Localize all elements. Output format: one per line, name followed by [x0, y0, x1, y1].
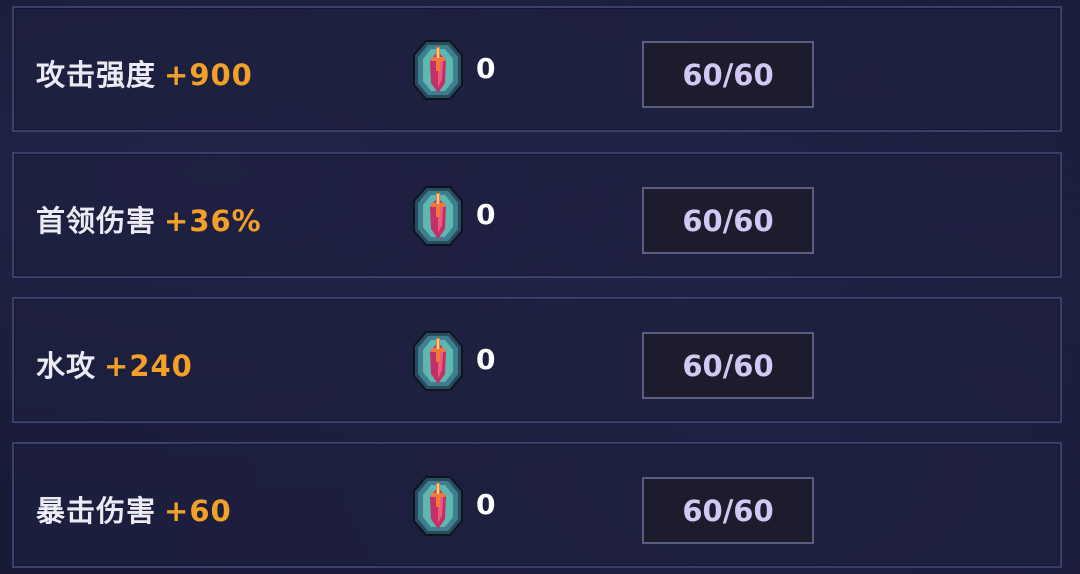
- level-text: 60/60: [682, 348, 774, 383]
- stat-row-crit-damage[interactable]: 暴击伤害 +60 0 60/60: [12, 442, 1062, 568]
- stat-label: 水攻 +240: [36, 343, 193, 385]
- stat-name: 首领伤害: [36, 204, 157, 238]
- stat-label: 首领伤害 +36%: [36, 198, 262, 240]
- level-text: 60/60: [682, 493, 774, 528]
- crystal-gem-icon: [412, 185, 464, 247]
- stat-upgrade-list: 攻击强度 +900 0 60/60 首领伤害 +36% 0 60/60 水攻 +…: [0, 0, 1080, 574]
- stat-bonus: +900: [164, 58, 253, 92]
- crystal-gem-icon: [412, 330, 464, 392]
- level-indicator: 60/60: [642, 187, 814, 254]
- gem-count: 0: [476, 52, 496, 85]
- level-indicator: 60/60: [642, 41, 814, 108]
- stat-bonus: +240: [104, 349, 193, 383]
- level-text: 60/60: [682, 203, 774, 238]
- level-indicator: 60/60: [642, 332, 814, 399]
- stat-name: 水攻: [36, 349, 97, 383]
- stat-label: 攻击强度 +900: [36, 52, 253, 94]
- stat-bonus: +36%: [164, 204, 262, 238]
- gem-count: 0: [476, 488, 496, 521]
- gem-count: 0: [476, 198, 496, 231]
- stat-row-water-attack[interactable]: 水攻 +240 0 60/60: [12, 297, 1062, 423]
- stat-name: 暴击伤害: [36, 494, 157, 528]
- level-indicator: 60/60: [642, 477, 814, 544]
- stat-name: 攻击强度: [36, 58, 157, 92]
- stat-bonus: +60: [164, 494, 232, 528]
- stat-row-attack-power[interactable]: 攻击强度 +900 0 60/60: [12, 6, 1062, 132]
- stat-row-boss-damage[interactable]: 首领伤害 +36% 0 60/60: [12, 152, 1062, 278]
- level-text: 60/60: [682, 57, 774, 92]
- crystal-gem-icon: [412, 39, 464, 101]
- gem-count: 0: [476, 343, 496, 376]
- stat-label: 暴击伤害 +60: [36, 488, 232, 530]
- crystal-gem-icon: [412, 475, 464, 537]
